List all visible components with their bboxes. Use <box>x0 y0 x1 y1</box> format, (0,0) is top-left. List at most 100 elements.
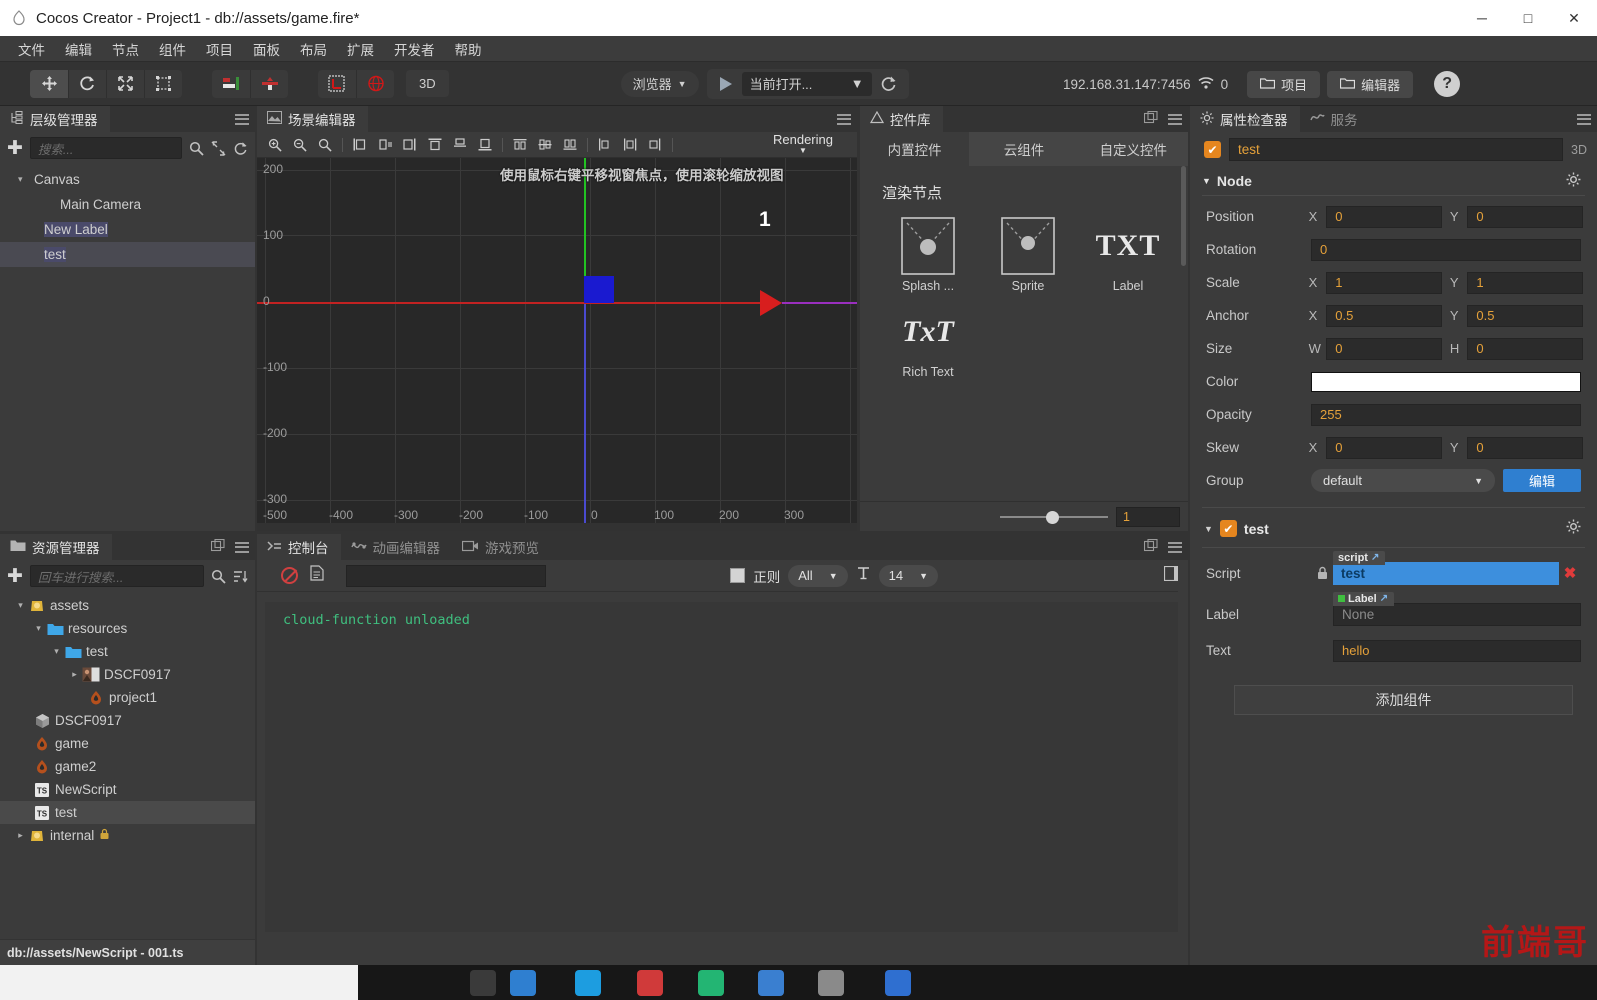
size-w-input[interactable]: 0 <box>1326 337 1442 360</box>
rendering-select[interactable]: Rendering ▼ <box>773 132 833 158</box>
clear-console-icon[interactable] <box>281 567 298 584</box>
size-h-input[interactable]: 0 <box>1467 337 1583 360</box>
regex-checkbox[interactable] <box>730 568 746 583</box>
help-icon[interactable]: ? <box>1434 71 1461 97</box>
distribute-v-icon[interactable] <box>618 134 642 156</box>
asset-row-game[interactable]: game <box>0 732 255 755</box>
external-link-icon[interactable]: ↗ <box>1371 552 1379 563</box>
tab-assets[interactable]: 资源管理器 <box>0 534 112 560</box>
widget-item-sprite[interactable]: Sprite <box>978 213 1078 293</box>
distribute-h-icon[interactable] <box>593 134 617 156</box>
slider-knob[interactable] <box>1046 510 1059 524</box>
taskbar-icon-3[interactable] <box>575 970 601 996</box>
scale-tool-icon[interactable] <box>106 69 144 98</box>
tab-hierarchy[interactable]: 层级管理器 <box>0 106 110 132</box>
menu-layout[interactable]: 布局 <box>290 36 337 62</box>
menu-project[interactable]: 项目 <box>196 36 243 62</box>
refresh-icon[interactable] <box>872 75 906 92</box>
zoom-in-icon[interactable] <box>263 134 287 156</box>
hierarchy-node-test[interactable]: test <box>0 242 255 267</box>
menu-component[interactable]: 组件 <box>149 36 196 62</box>
console-search-input[interactable] <box>346 564 546 587</box>
asset-row-game2[interactable]: game2 <box>0 755 255 778</box>
menu-edit[interactable]: 编辑 <box>55 36 102 62</box>
tab-services[interactable]: 服务 <box>1299 106 1370 132</box>
taskbar-icon-4[interactable] <box>637 970 663 996</box>
scale-x-input[interactable]: 1 <box>1326 271 1442 294</box>
align-right-icon[interactable] <box>398 134 422 156</box>
menu-developer[interactable]: 开发者 <box>384 36 445 62</box>
menu-node[interactable]: 节点 <box>102 36 149 62</box>
asset-row-newscript[interactable]: TS NewScript <box>0 778 255 801</box>
gizmo-world-icon[interactable] <box>356 69 394 98</box>
hierarchy-node-new-label[interactable]: New Label <box>0 217 255 242</box>
taskbar-icon-8[interactable] <box>885 970 911 996</box>
menu-icon[interactable] <box>235 113 249 125</box>
label-value-input[interactable]: None <box>1333 602 1581 626</box>
open-editor-button[interactable]: 编辑器 <box>1327 70 1414 98</box>
widget-item-splash[interactable]: Splash ... <box>878 213 978 293</box>
menu-icon[interactable] <box>837 113 851 125</box>
taskbar-icon-6[interactable] <box>758 970 784 996</box>
close-button[interactable]: ✕ <box>1551 0 1597 36</box>
group-select[interactable]: default ▼ <box>1311 469 1495 492</box>
minimize-button[interactable]: ─ <box>1459 0 1505 36</box>
menu-file[interactable]: 文件 <box>8 36 55 62</box>
popout-icon[interactable] <box>1143 538 1158 555</box>
chevron-down-icon[interactable]: ▼ <box>1204 524 1213 534</box>
tab-inspector[interactable]: 属性检查器 <box>1190 106 1300 132</box>
distribute-gap-icon[interactable] <box>643 134 667 156</box>
tab-builtin-widgets[interactable]: 内置控件 <box>860 132 970 166</box>
selected-node-box[interactable] <box>584 276 614 303</box>
align-anchor-icon[interactable] <box>250 69 288 98</box>
widget-item-label-node[interactable]: TXT Label <box>1078 213 1178 293</box>
position-y-input[interactable]: 0 <box>1467 205 1583 228</box>
align-hcenter-icon[interactable] <box>373 134 397 156</box>
taskbar-icon-7[interactable] <box>818 970 844 996</box>
external-link-icon[interactable]: ↗ <box>1380 593 1388 604</box>
font-style-icon[interactable] <box>856 566 871 586</box>
menu-icon[interactable] <box>235 541 249 553</box>
hierarchy-search-input[interactable]: 搜索... <box>29 137 182 159</box>
gear-icon[interactable] <box>1566 172 1581 190</box>
opacity-input[interactable]: 255 <box>1311 403 1581 426</box>
script-value-input[interactable]: test <box>1333 561 1559 585</box>
taskbar-icon-2[interactable] <box>510 970 536 996</box>
menu-extension[interactable]: 扩展 <box>337 36 384 62</box>
anchor-x-input[interactable]: 0.5 <box>1326 304 1442 327</box>
align-vcenter-icon[interactable] <box>448 134 472 156</box>
asset-row-internal[interactable]: ▸ internal <box>0 824 255 847</box>
menu-icon[interactable] <box>1168 541 1182 553</box>
browser-select[interactable]: 浏览器 ▼ <box>620 70 699 97</box>
asset-row-dscf0917-image[interactable]: ▸ DSCF0917 <box>0 663 255 686</box>
distribute-middle-icon[interactable] <box>533 134 557 156</box>
chevron-down-icon[interactable]: ▾ <box>18 174 32 185</box>
scene-hscrollbar[interactable] <box>257 523 857 531</box>
widget-item-rich-text[interactable]: TxT Rich Text <box>878 299 978 379</box>
popout-icon[interactable] <box>210 538 225 555</box>
asset-row-resources[interactable]: ▾ resources <box>0 617 255 640</box>
anchor-y-input[interactable]: 0.5 <box>1467 304 1583 327</box>
maximize-button[interactable]: □ <box>1505 0 1551 36</box>
asset-row-test-script[interactable]: TS test <box>0 801 255 824</box>
align-bottom-icon[interactable] <box>473 134 497 156</box>
scene-viewport[interactable]: 使用鼠标右键平移视窗焦点，使用滚轮缩放视图 1 200 100 0 -100 -… <box>257 158 857 531</box>
hierarchy-node-main-camera[interactable]: Main Camera <box>0 192 255 217</box>
add-node-button[interactable]: ✚ <box>7 139 23 158</box>
add-asset-button[interactable]: ✚ <box>7 567 23 586</box>
tab-cloud-components[interactable]: 云组件 <box>969 132 1079 166</box>
zoom-reset-icon[interactable] <box>313 134 337 156</box>
assets-search-input[interactable]: 回车进行搜索... <box>29 565 204 587</box>
distribute-bottom-icon[interactable] <box>558 134 582 156</box>
tab-animation-editor[interactable]: 动画编辑器 <box>340 534 452 560</box>
scale-y-input[interactable]: 1 <box>1467 271 1583 294</box>
taskbar-icon-1[interactable] <box>470 970 496 996</box>
component-header-test[interactable]: ▼ ✔ test <box>1196 512 1591 545</box>
component-enabled-checkbox[interactable]: ✔ <box>1219 520 1237 537</box>
log-level-select[interactable]: All ▼ <box>788 564 848 587</box>
color-swatch[interactable] <box>1311 371 1581 392</box>
asset-row-test-folder[interactable]: ▾ test <box>0 640 255 663</box>
tab-game-preview[interactable]: 游戏预览 <box>452 534 551 560</box>
chevron-down-icon[interactable]: ▾ <box>32 623 45 634</box>
menu-icon[interactable] <box>1577 113 1591 125</box>
